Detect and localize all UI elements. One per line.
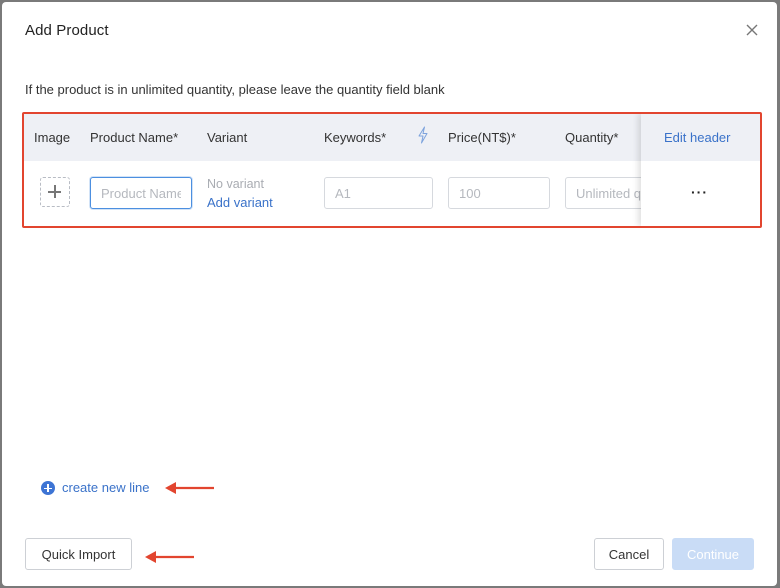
header-keywords: Keywords* [324, 130, 387, 145]
header-quantity: Quantity* [565, 130, 619, 145]
annotation-arrow-icon [145, 551, 194, 563]
continue-button[interactable]: Continue [672, 538, 754, 570]
product-table: Image Product Name* Variant Keywords* Pr… [22, 112, 762, 228]
edit-header-link[interactable]: Edit header [664, 130, 731, 145]
keywords-input[interactable] [324, 177, 433, 209]
add-image-button[interactable] [40, 177, 70, 207]
cancel-button[interactable]: Cancel [594, 538, 664, 570]
sticky-action-column: Edit header ··· [641, 114, 760, 226]
quick-import-button[interactable]: Quick Import [25, 538, 132, 570]
header-image: Image [34, 130, 71, 145]
header-variant: Variant [207, 130, 248, 145]
close-icon[interactable] [742, 20, 762, 40]
add-product-dialog: Add Product If the product is in unlimit… [2, 2, 777, 586]
add-variant-link[interactable]: Add variant [207, 195, 273, 210]
plus-circle-icon [41, 481, 55, 495]
no-variant-text: No variant [207, 177, 264, 191]
more-options-icon[interactable]: ··· [691, 184, 708, 200]
header-price: Price(NT$)* [448, 130, 516, 145]
quantity-hint: If the product is in unlimited quantity,… [25, 82, 445, 97]
dialog-title: Add Product [25, 22, 109, 39]
price-input[interactable] [448, 177, 550, 209]
annotation-arrow-icon [165, 482, 214, 494]
product-name-input[interactable] [90, 177, 192, 209]
header-product-name: Product Name* [90, 130, 179, 145]
create-new-line-label: create new line [62, 480, 150, 495]
lightning-icon[interactable] [416, 126, 430, 144]
